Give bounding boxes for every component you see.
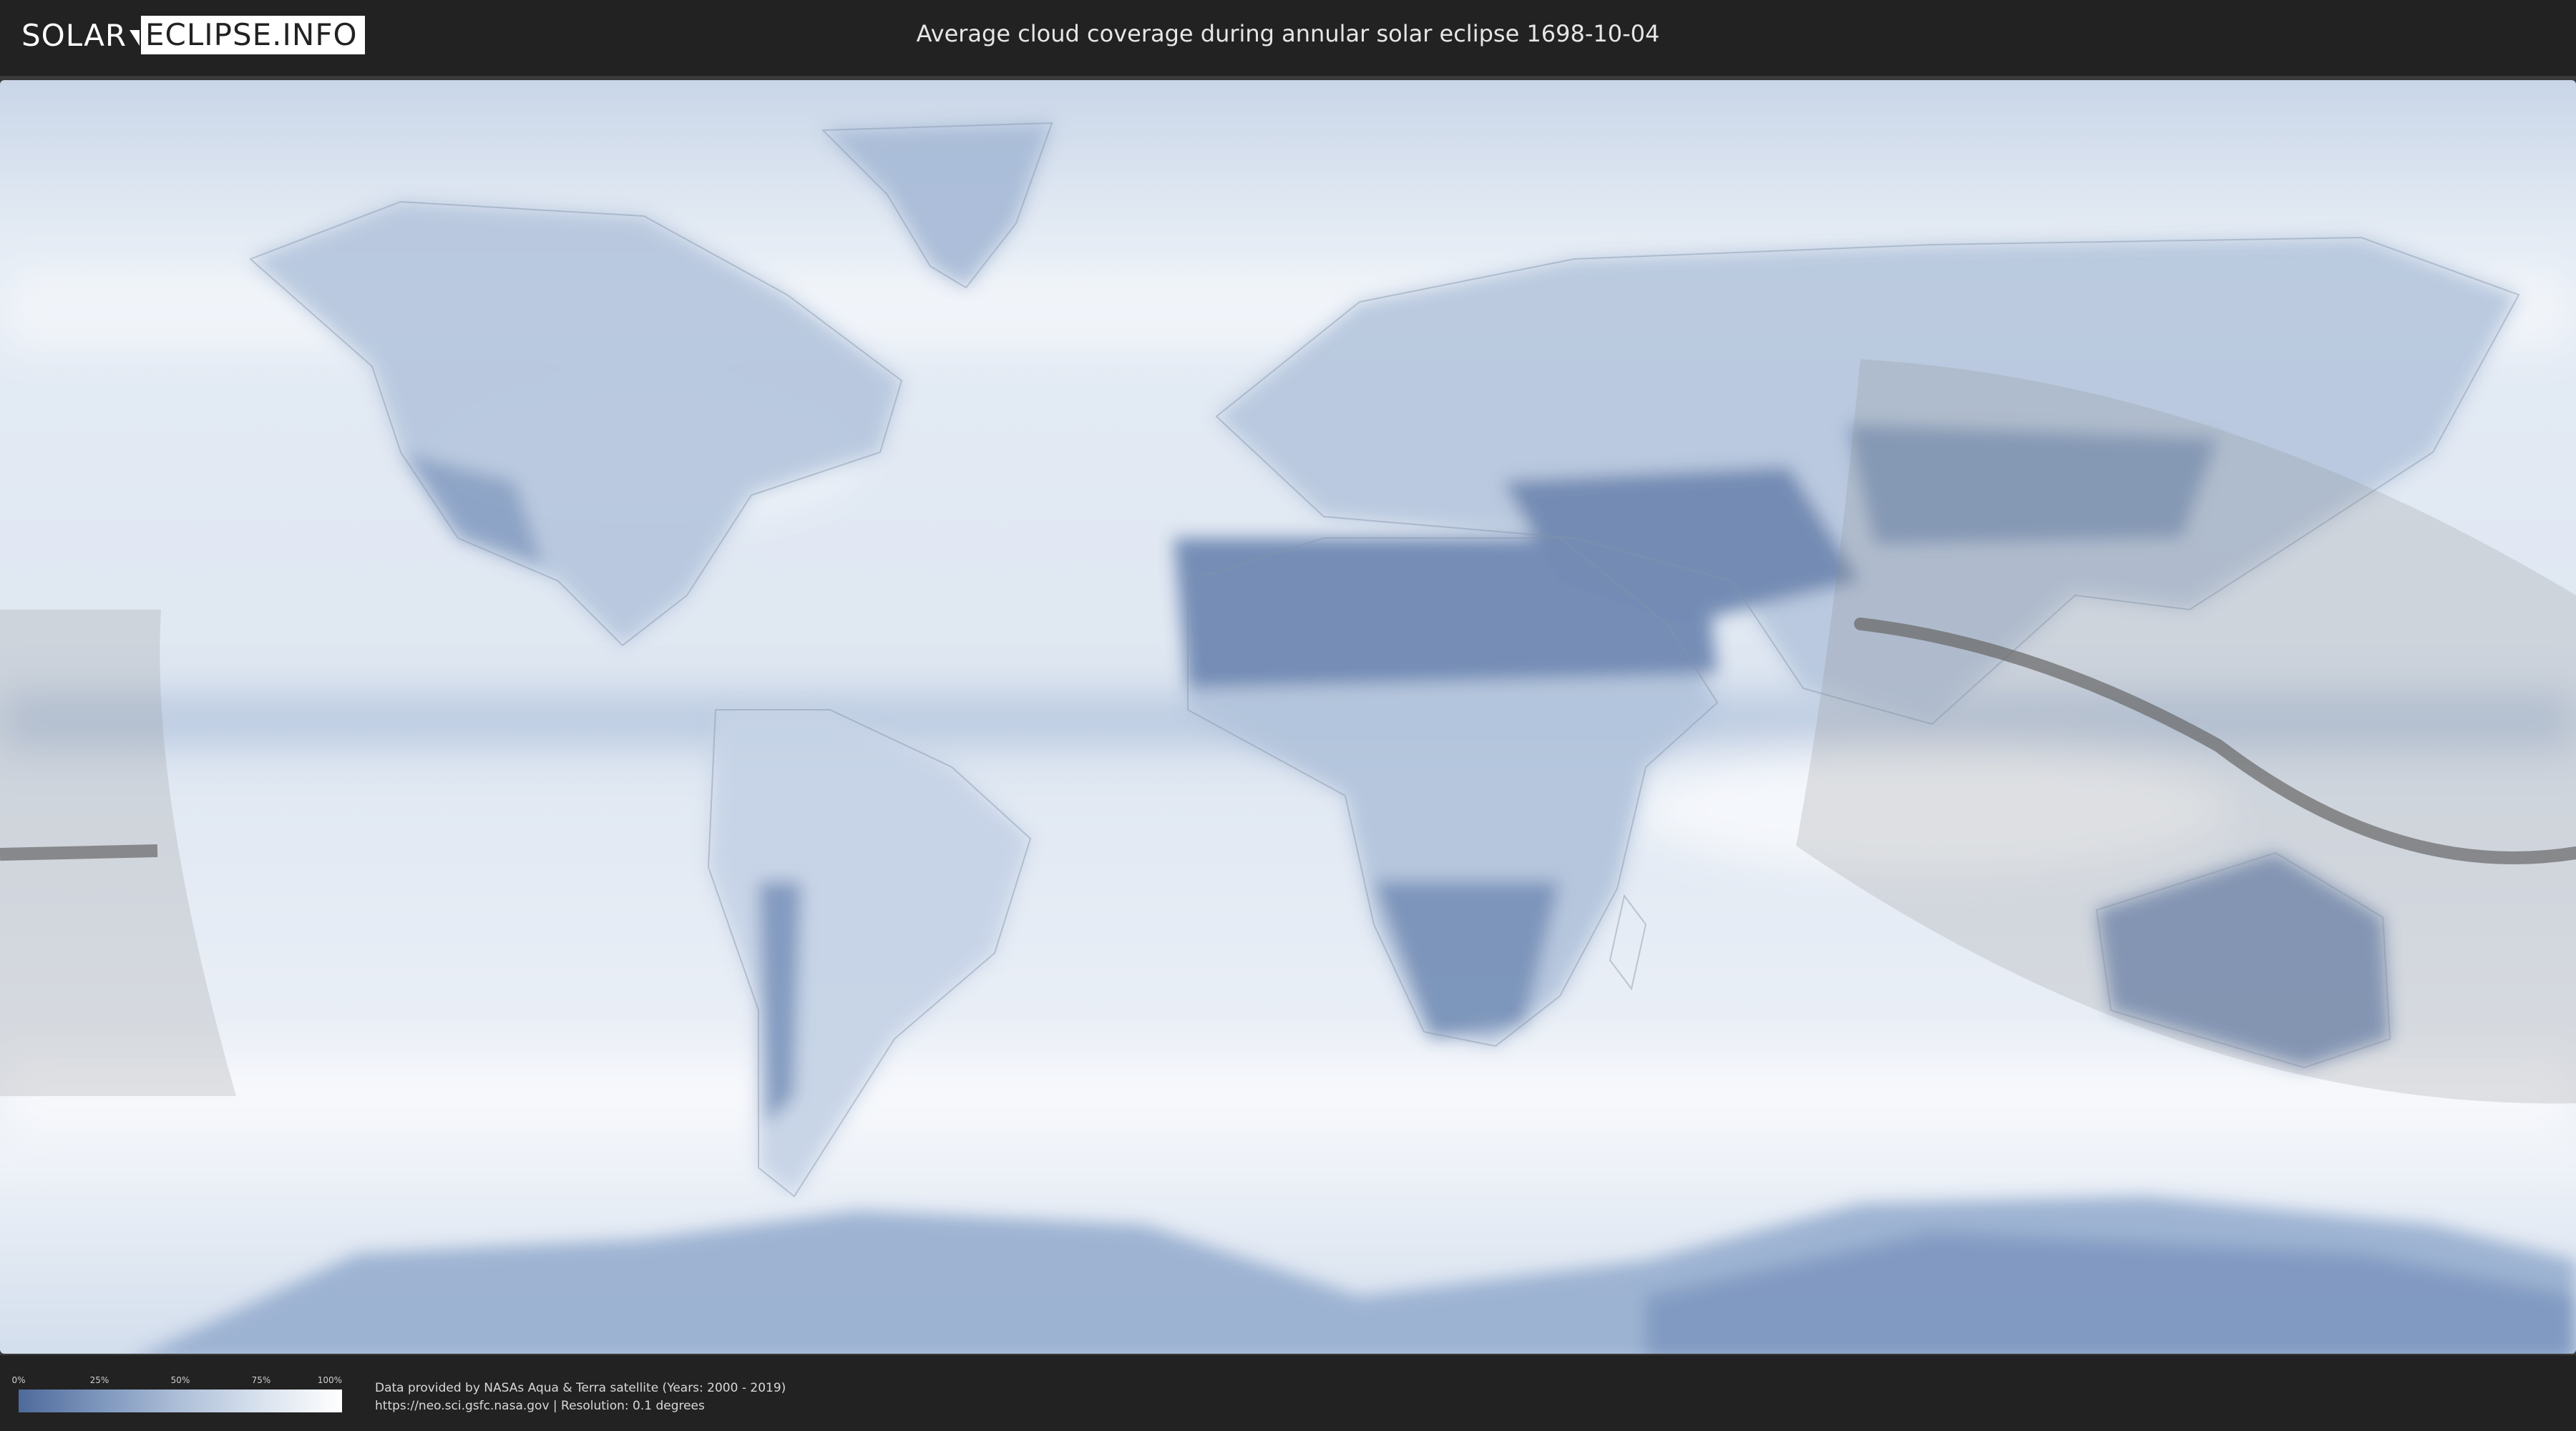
map-svg	[0, 80, 2576, 1354]
page-title: Average cloud coverage during annular so…	[916, 20, 1660, 47]
legend-tick: 75%	[251, 1375, 271, 1385]
cloud-coverage-map[interactable]	[0, 80, 2576, 1354]
legend-tick: 25%	[89, 1375, 109, 1385]
header-bar: SOLAR ECLIPSE.INFO Average cloud coverag…	[0, 0, 2576, 72]
legend-tick: 50%	[170, 1375, 190, 1385]
data-credits: Data provided by NASAs Aqua & Terra sate…	[375, 1379, 786, 1415]
cloud-coverage-legend: 0% 25% 50% 75% 100%	[11, 1375, 342, 1412]
legend-color-bar	[19, 1390, 342, 1412]
legend-tick: 100%	[317, 1375, 342, 1385]
legend-tick: 0%	[11, 1375, 26, 1385]
central-line-west	[0, 844, 158, 861]
credits-link[interactable]: https://neo.sci.gsfc.nasa.gov | Resoluti…	[375, 1397, 786, 1415]
credits-source: Data provided by NASAs Aqua & Terra sate…	[375, 1381, 786, 1395]
